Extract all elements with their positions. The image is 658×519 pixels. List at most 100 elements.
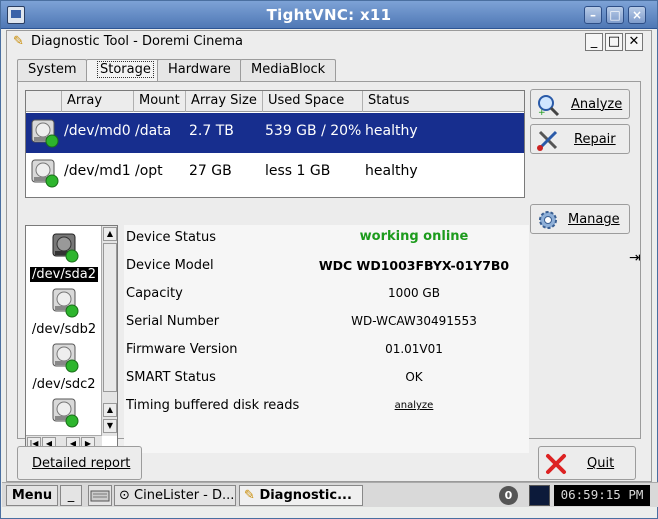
- diagnostic-window: ✎ Diagnostic Tool - Doremi Cinema _ □ ✕ …: [6, 30, 652, 482]
- detail-label: Device Status: [126, 230, 217, 245]
- scroll-up-arrow-icon[interactable]: ▲: [103, 403, 117, 417]
- list-item[interactable]: [26, 396, 102, 432]
- clock: 06:59:15 PM: [554, 485, 650, 506]
- array-device: /dev/md0: [64, 123, 131, 139]
- keyboard-icon: [90, 490, 110, 502]
- capacity-value: 1000 GB: [388, 286, 440, 300]
- array-mount: /opt: [135, 163, 163, 179]
- resize-cursor-icon: ⇥: [629, 250, 641, 266]
- column-header[interactable]: Status: [362, 91, 524, 112]
- hard-disk-icon: [52, 343, 79, 373]
- hard-disk-icon: [52, 398, 79, 428]
- scroll-down-arrow-icon[interactable]: ▼: [103, 419, 117, 433]
- tools-icon: [537, 130, 558, 151]
- hard-disk-icon: [52, 233, 79, 263]
- tab-label: System: [28, 62, 77, 77]
- array-size: 2.7 TB: [189, 123, 234, 139]
- device-status-value: working online: [359, 229, 469, 244]
- tab-label: MediaBlock: [251, 62, 326, 77]
- scroll-thumb[interactable]: [103, 243, 117, 392]
- taskbar-item-label: Diagnostic...: [259, 488, 352, 503]
- tab-label: Hardware: [168, 62, 231, 77]
- detail-label: Serial Number: [126, 314, 220, 329]
- detail-label: Timing buffered disk reads: [126, 398, 300, 413]
- taskbar-item-cinelister[interactable]: ⊙ CineLister - D...: [114, 485, 236, 506]
- tab-label: Storage: [97, 61, 154, 78]
- analyze-link[interactable]: analyze: [314, 400, 514, 411]
- vnc-titlebar[interactable]: TightVNC: x11 – □ ×: [1, 1, 657, 29]
- vnc-maximize-button[interactable]: □: [606, 6, 624, 24]
- workspace-pager[interactable]: [529, 485, 550, 506]
- device-model-value: WDC WD1003FBYX-01Y7B0: [318, 258, 510, 273]
- vnc-close-button[interactable]: ×: [628, 6, 646, 24]
- array-used: less 1 GB: [265, 163, 331, 179]
- disc-icon: ⊙: [119, 488, 130, 503]
- vnc-minimize-button[interactable]: –: [584, 6, 602, 24]
- drive-label: /dev/sdb2: [31, 322, 97, 337]
- array-size: 27 GB: [189, 163, 232, 179]
- column-header[interactable]: Array Size: [185, 91, 262, 112]
- scroll-up-arrow-icon[interactable]: ▲: [103, 227, 117, 241]
- window-minimize-button[interactable]: _: [585, 33, 603, 51]
- table-row[interactable]: /dev/md1 /opt 27 GB less 1 GB healthy: [26, 153, 524, 193]
- quit-label: Quit: [587, 456, 615, 471]
- minimize-all-button[interactable]: _: [60, 485, 82, 506]
- close-icon: [546, 454, 566, 474]
- window-title: Diagnostic Tool - Doremi Cinema: [31, 34, 243, 49]
- table-row[interactable]: /dev/md0 /data 2.7 TB 539 GB / 20% healt…: [26, 113, 524, 153]
- keyboard-icon[interactable]: [88, 485, 112, 506]
- notification-badge[interactable]: 0: [499, 486, 518, 505]
- manage-label: Manage: [568, 212, 620, 227]
- detailed-report-label: Detailed report: [32, 456, 131, 471]
- detail-label: Device Model: [126, 258, 214, 273]
- tab-system[interactable]: System: [17, 59, 88, 81]
- detail-label: SMART Status: [126, 370, 216, 385]
- vertical-scrollbar[interactable]: ▲ ▲ ▼: [101, 226, 117, 436]
- hard-disk-icon: [31, 119, 59, 148]
- svg-text:+: +: [538, 108, 546, 117]
- array-status: healthy: [365, 163, 418, 179]
- drive-label: /dev/sda2: [30, 267, 98, 282]
- window-maximize-button[interactable]: □: [605, 33, 623, 51]
- list-item[interactable]: /dev/sdc2: [26, 341, 102, 392]
- array-mount: /data: [135, 123, 172, 139]
- analyze-label: Analyze: [571, 97, 623, 112]
- vnc-window: TightVNC: x11 – □ × ✎ Diagnostic Tool - …: [0, 0, 658, 519]
- serial-number-value: WD-WCAW30491553: [351, 314, 477, 328]
- list-item[interactable]: /dev/sdb2: [26, 286, 102, 337]
- hard-disk-icon: [52, 288, 79, 318]
- detailed-report-button[interactable]: Detailed report: [17, 446, 142, 480]
- gear-icon: [539, 211, 557, 229]
- quit-button[interactable]: Quit: [538, 446, 636, 480]
- array-used: 539 GB / 20%: [265, 123, 362, 139]
- column-header[interactable]: Used Space: [262, 91, 362, 112]
- array-table: Array Mount Array Size Used Space Status…: [25, 90, 525, 198]
- hard-disk-icon: [31, 159, 59, 188]
- tab-storage[interactable]: Storage: [86, 59, 165, 82]
- tab-hardware[interactable]: Hardware: [157, 59, 242, 81]
- repair-button[interactable]: Repair: [530, 124, 630, 154]
- column-header[interactable]: Array: [61, 91, 133, 112]
- wrench-icon: ✎: [13, 34, 24, 49]
- drive-list: /dev/sda2 /dev/sdb2 /dev/sdc2 ▲ ▲ ▼ |◀ ◀…: [25, 225, 118, 453]
- tab-mediablock[interactable]: MediaBlock: [240, 59, 337, 81]
- array-status: healthy: [365, 123, 418, 139]
- menu-button[interactable]: Menu: [6, 485, 58, 506]
- detail-label: Firmware Version: [126, 342, 238, 357]
- vnc-title: TightVNC: x11: [266, 6, 392, 24]
- magnifier-icon: +: [538, 95, 560, 117]
- taskbar-item-label: CineLister - D...: [134, 488, 235, 503]
- taskbar: Menu _ ⊙ CineLister - D... ✎ Diagnostic.…: [2, 482, 658, 507]
- analyze-button[interactable]: + Analyze: [530, 89, 630, 119]
- list-item[interactable]: /dev/sda2: [26, 231, 102, 282]
- device-details: Device Status working online Device Mode…: [124, 225, 529, 453]
- column-header-icon[interactable]: [26, 91, 61, 112]
- firmware-version-value: 01.01V01: [385, 342, 443, 356]
- taskbar-item-diagnostic[interactable]: ✎ Diagnostic...: [239, 485, 363, 506]
- column-header[interactable]: Mount: [133, 91, 185, 112]
- manage-button[interactable]: Manage: [530, 204, 630, 234]
- smart-status-value: OK: [405, 370, 423, 384]
- window-close-button[interactable]: ✕: [625, 33, 643, 51]
- detail-label: Capacity: [126, 286, 183, 301]
- array-device: /dev/md1: [64, 163, 131, 179]
